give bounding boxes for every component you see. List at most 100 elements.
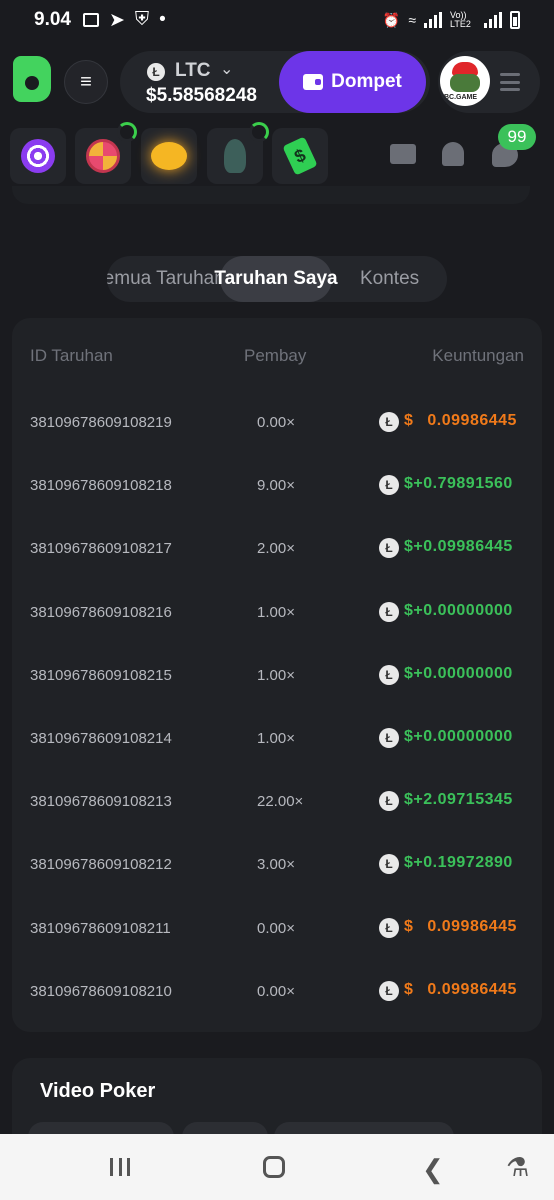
wheel-icon xyxy=(86,139,120,173)
panel-edge xyxy=(12,186,530,204)
bet-tabs: Semua Taruhan Taruhan Saya Kontes xyxy=(107,256,447,302)
notification-badge: 99 xyxy=(498,124,536,150)
currency-sign: $ xyxy=(404,538,414,556)
payout-value: 0.00× xyxy=(257,414,295,431)
bet-id: 38109678609108213 xyxy=(30,793,172,811)
tab-all-bets[interactable]: Semua Taruhan xyxy=(107,256,225,302)
home-icon[interactable] xyxy=(263,1156,285,1178)
menu-button[interactable]: ≡ xyxy=(64,60,108,104)
table-row[interactable]: 38109678609108218 9.00× Ł $+0.79891560 xyxy=(12,465,542,505)
ltc-coin-icon: Ł xyxy=(379,728,399,748)
currency-sign: $ xyxy=(404,854,414,872)
profit-amount: +0.19972890 xyxy=(413,854,513,872)
wallet-label: Dompet xyxy=(331,71,402,92)
bet-id: 38109678609108218 xyxy=(30,477,172,495)
profile-menu[interactable]: BC.GAME xyxy=(438,51,540,113)
shield-icon: ⛨ xyxy=(134,9,150,30)
table-row[interactable]: 38109678609108219 0.00× Ł $0.09986445 xyxy=(12,402,542,442)
bcgame-logo[interactable] xyxy=(13,56,51,102)
payout-value: 22.00× xyxy=(257,793,304,811)
payout-value: 1.00× xyxy=(257,603,295,621)
profit-amount: +0.00000000 xyxy=(413,664,513,682)
list-icon[interactable] xyxy=(500,73,520,91)
signal-icon xyxy=(424,12,442,28)
progress-ring-icon xyxy=(249,122,269,142)
profit-amount: 0.09986445 xyxy=(427,980,517,998)
deposit-tag-tile[interactable]: $ xyxy=(272,128,328,184)
progress-ring-icon xyxy=(117,122,137,142)
mail-icon[interactable] xyxy=(390,144,416,164)
ltc-coin-icon: Ł xyxy=(379,917,399,938)
bet-id: 38109678609108211 xyxy=(30,919,171,937)
piggy-bank-tile[interactable] xyxy=(141,128,197,184)
lucky-wheel-tile[interactable] xyxy=(75,122,137,184)
currency-sign: $ xyxy=(404,475,414,493)
table-row[interactable]: 38109678609108214 1.00× Ł $+0.00000000 xyxy=(12,718,542,758)
currency-sign: $ xyxy=(404,664,414,682)
payout-value: 1.00× xyxy=(257,666,295,684)
gallery-icon xyxy=(82,13,99,27)
currency-sign: $ xyxy=(404,601,414,619)
currency-sign: $ xyxy=(404,412,414,429)
dot-icon: • xyxy=(159,9,166,30)
table-row[interactable]: 38109678609108216 1.00× Ł $+0.00000000 xyxy=(12,592,542,632)
chevron-down-icon: ⌄ xyxy=(220,61,234,78)
rocket-tile[interactable] xyxy=(207,122,269,184)
profit-amount: +0.09986445 xyxy=(413,538,513,556)
network-label: Vo)) LTE2 xyxy=(450,10,471,29)
bet-id: 38109678609108217 xyxy=(30,540,172,558)
table-row[interactable]: 38109678609108215 1.00× Ł $+0.00000000 xyxy=(12,655,542,695)
bet-id: 38109678609108212 xyxy=(30,856,172,874)
target-icon xyxy=(21,139,55,173)
profit-value: $+2.09715345 xyxy=(404,791,513,809)
profit-amount: 0.09986445 xyxy=(427,917,517,935)
table-row[interactable]: 38109678609108210 0.00× Ł $0.09986445 xyxy=(12,971,542,1011)
section-title: Video Poker xyxy=(40,1080,156,1102)
payout-value: 1.00× xyxy=(257,730,295,747)
accessibility-icon[interactable]: ⚗ xyxy=(506,1152,529,1183)
table-row[interactable]: 38109678609108212 3.00× Ł $+0.19972890 xyxy=(12,844,542,884)
profit-value: $+0.00000000 xyxy=(404,602,513,620)
dollar-tag-icon: $ xyxy=(282,136,318,176)
wallet-button[interactable]: Dompet xyxy=(279,51,426,113)
table-row[interactable]: 38109678609108211 0.00× Ł $0.09986445 xyxy=(12,908,542,948)
column-header-payout: Pembay xyxy=(244,346,307,365)
top-bar: ≡ Ł LTC ⌄ $5.58568248 Dompet BC.GAME xyxy=(0,46,554,118)
tab-contest[interactable]: Kontes xyxy=(360,256,419,302)
back-icon[interactable]: ❮ xyxy=(422,1154,444,1185)
balance-amount: $5.58568248 xyxy=(146,85,257,106)
avatar-face xyxy=(450,74,480,92)
profit-amount: +0.00000000 xyxy=(413,728,513,745)
profit-value: $0.09986445 xyxy=(404,981,517,999)
tab-my-bets[interactable]: Taruhan Saya xyxy=(214,256,338,302)
profit-value: $0.09986445 xyxy=(404,918,517,936)
payout-value: 0.00× xyxy=(257,982,295,1000)
profit-value: $+0.00000000 xyxy=(404,728,513,746)
ltc-coin-icon: Ł xyxy=(379,980,399,1001)
profit-amount: +0.79891560 xyxy=(413,475,513,493)
recent-apps-icon[interactable] xyxy=(110,1158,130,1176)
ltc-coin-icon: Ł xyxy=(379,475,399,496)
table-row[interactable]: 38109678609108213 22.00× Ł $+2.09715345 xyxy=(12,781,542,821)
battery-icon xyxy=(510,11,520,29)
currency-label: LTC xyxy=(175,60,211,81)
bell-icon[interactable] xyxy=(442,142,464,166)
payout-value: 2.00× xyxy=(257,540,295,558)
currency-sign: $ xyxy=(404,791,414,809)
wifi-icon: ≈ xyxy=(408,12,416,28)
bet-id: 38109678609108210 xyxy=(30,982,172,1000)
hamburger-icon: ≡ xyxy=(80,70,92,93)
bets-table: ID Taruhan Pembay Keuntungan 38109678609… xyxy=(12,318,542,1032)
alarm-icon: ⏰ xyxy=(382,11,401,28)
status-bar: 9.04 ➤ ⛨ • ⏰ ≈ Vo)) LTE2 xyxy=(0,0,554,40)
profit-value: $+0.19972890 xyxy=(404,854,513,872)
avatar[interactable]: BC.GAME xyxy=(440,56,490,106)
table-row[interactable]: 38109678609108217 2.00× Ł $+0.09986445 xyxy=(12,528,542,568)
column-header-id: ID Taruhan xyxy=(30,346,113,365)
payout-value: 3.00× xyxy=(257,856,295,874)
android-nav-bar: ❮ ⚗ xyxy=(0,1134,554,1200)
telegram-icon: ➤ xyxy=(108,9,125,31)
spin-target-tile[interactable] xyxy=(10,128,66,184)
piggy-bank-icon xyxy=(151,142,187,170)
bet-id: 38109678609108219 xyxy=(30,414,172,431)
